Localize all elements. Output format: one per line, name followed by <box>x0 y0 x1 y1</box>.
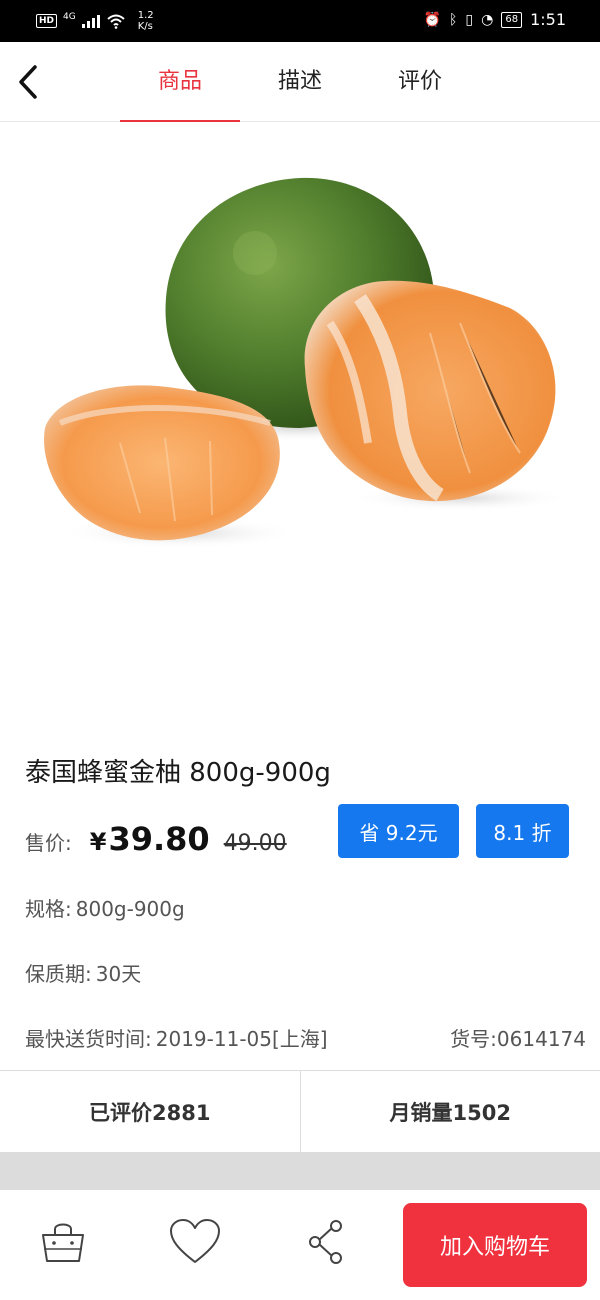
wifi-icon <box>107 14 125 29</box>
delivery-label: 最快送货时间: <box>25 1027 152 1051</box>
favorite-button[interactable] <box>165 1212 225 1272</box>
tab-description[interactable]: 描述 <box>240 42 360 122</box>
item-number: 货号:0614174 <box>450 1023 586 1052</box>
price-row: 售价: ¥ 39.80 49.00 <box>25 820 287 870</box>
original-price: 49.00 <box>223 831 287 856</box>
spec-value: 800g-900g <box>75 897 185 921</box>
item-number-value: 0614174 <box>496 1027 586 1051</box>
price-currency: ¥ <box>89 828 107 856</box>
monthly-sales: 月销量1502 <box>299 1071 600 1152</box>
network-type: 4G <box>63 12 76 22</box>
save-badge[interactable]: 省 9.2元 <box>338 804 459 858</box>
product-image <box>0 123 600 723</box>
delivery-value: 2019-11-05[上海] <box>155 1027 328 1051</box>
review-count[interactable]: 已评价2881 <box>0 1071 300 1152</box>
delivery-row: 最快送货时间: 2019-11-05[上海] <box>25 1023 328 1052</box>
price-value: 39.80 <box>108 820 210 858</box>
net-speed-value: 1.2 <box>137 10 154 21</box>
tab-product[interactable]: 商品 <box>120 42 240 122</box>
cart-button[interactable] <box>33 1212 93 1272</box>
bluetooth-icon: ᛒ <box>448 11 458 28</box>
shelf-life-row: 保质期: 30天 <box>25 958 141 987</box>
spec-label: 规格: <box>25 897 72 921</box>
product-title: 泰国蜂蜜金柚 800g-900g <box>25 758 331 788</box>
status-bar: HD 4G 1.2 K/s ⏰ ᛒ ▯ ◔ 68 1:51 <box>0 0 600 42</box>
tab-reviews[interactable]: 评价 <box>360 42 480 122</box>
bottom-action-bar: 加入购物车 <box>0 1190 600 1300</box>
add-to-cart-button[interactable]: 加入购物车 <box>403 1203 587 1287</box>
status-right: ⏰ ᛒ ▯ ◔ 68 1:51 <box>424 10 566 29</box>
alarm-icon: ⏰ <box>423 11 441 28</box>
clock: 1:51 <box>530 10 566 29</box>
battery-icon: 68 <box>501 11 523 28</box>
heart-icon <box>170 1219 220 1263</box>
net-speed-unit: K/s <box>137 21 153 32</box>
item-number-label: 货号: <box>450 1027 497 1051</box>
chevron-left-icon <box>19 65 37 99</box>
spec-row: 规格: 800g-900g <box>25 893 185 922</box>
section-divider <box>0 1152 600 1190</box>
share-button[interactable] <box>296 1212 356 1272</box>
discount-badge[interactable]: 8.1 折 <box>476 804 569 858</box>
pomelo-photo <box>44 177 570 549</box>
hd-indicator: HD <box>36 14 58 28</box>
net-speed: 1.2 K/s <box>138 10 154 32</box>
stats-bar: 已评价2881 月销量1502 <box>0 1070 600 1152</box>
tab-bar: 商品 描述 评价 <box>120 42 480 122</box>
dnd-icon: ◔ <box>481 11 494 28</box>
back-button[interactable] <box>8 58 48 106</box>
shopping-bag-icon <box>42 1223 84 1262</box>
share-icon <box>309 1220 342 1264</box>
price-label: 售价: <box>25 831 72 855</box>
header: 商品 描述 评价 <box>0 42 600 122</box>
shelf-life-label: 保质期: <box>25 962 92 986</box>
status-left: HD 4G 1.2 K/s <box>36 10 154 32</box>
shelf-life-value: 30天 <box>95 962 142 986</box>
signal-icon <box>81 14 100 28</box>
vibrate-icon: ▯ <box>465 11 474 28</box>
